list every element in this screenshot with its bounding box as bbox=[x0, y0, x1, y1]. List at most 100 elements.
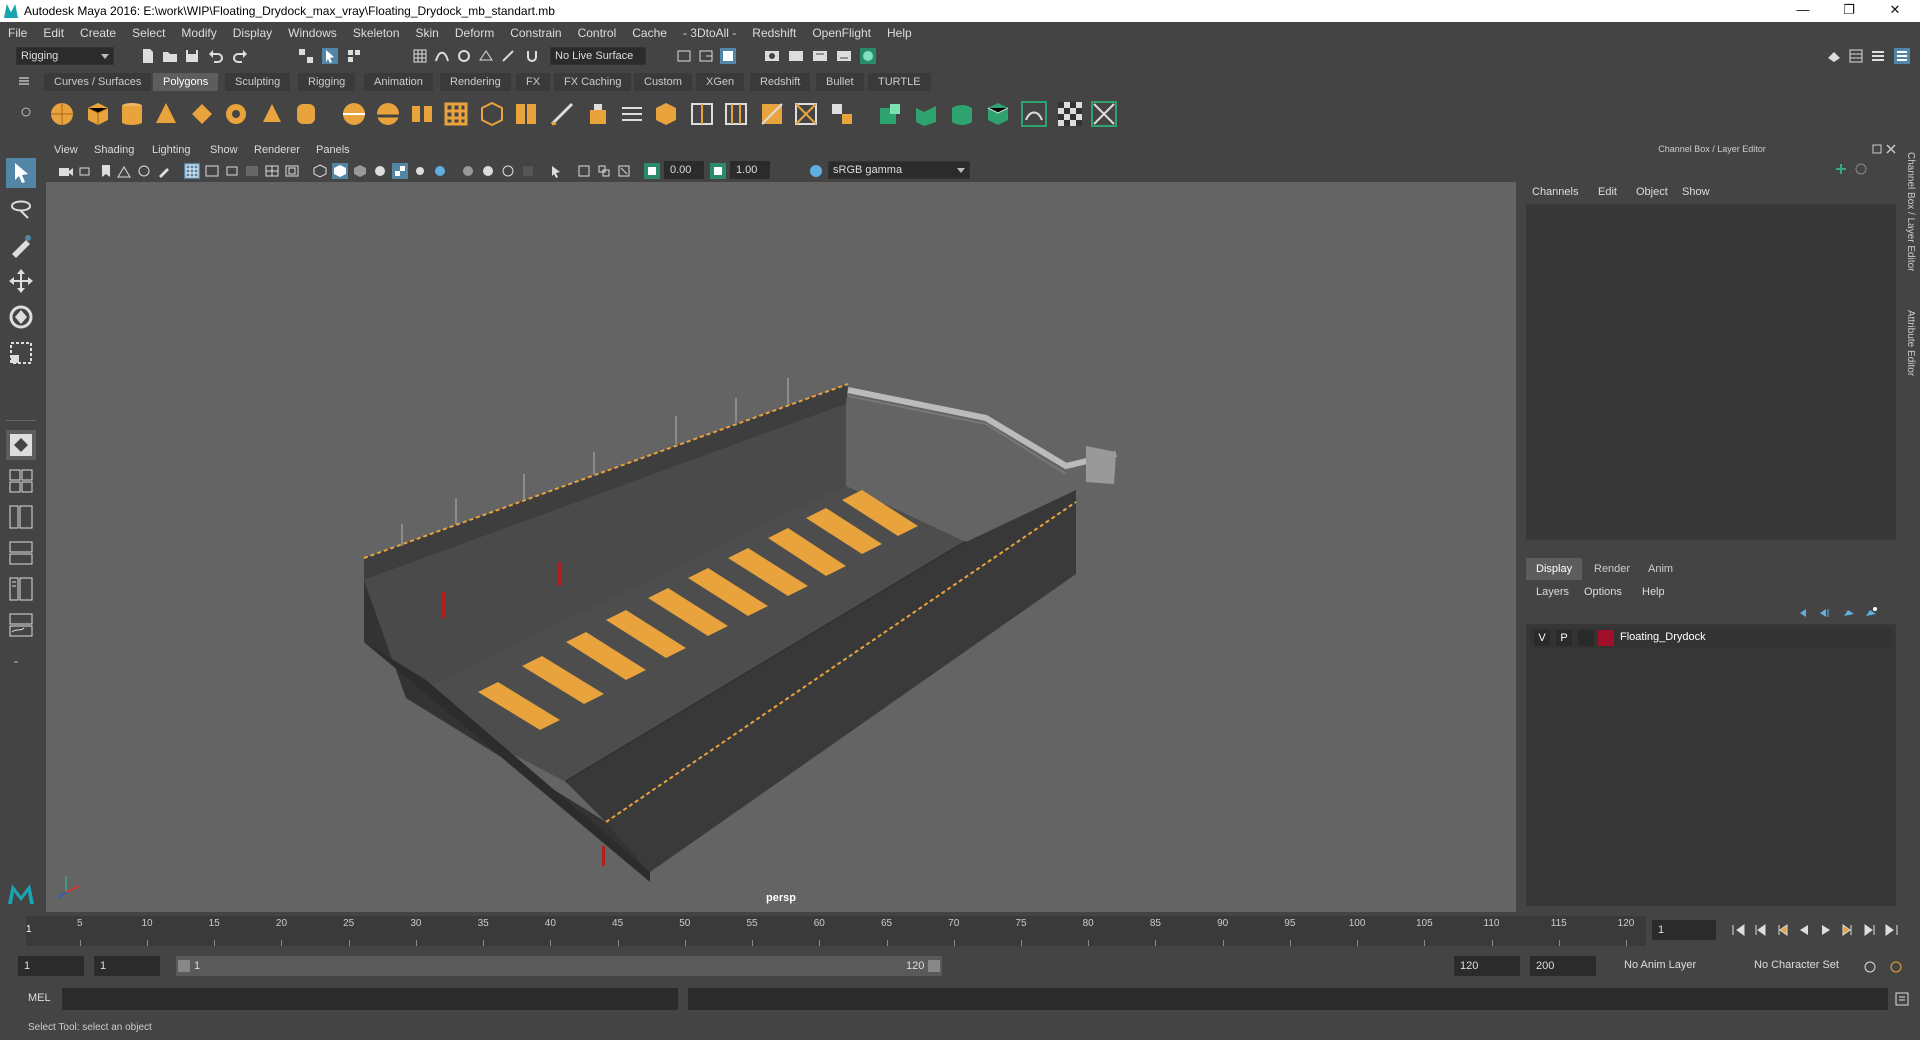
floating-drydock-model[interactable] bbox=[46, 182, 1516, 912]
bridge-icon[interactable] bbox=[618, 100, 646, 128]
image-plane-icon[interactable] bbox=[116, 163, 132, 179]
layer-display-type-toggle[interactable] bbox=[1578, 630, 1594, 646]
character-set-dropdown[interactable]: No Character Set bbox=[1750, 957, 1872, 975]
smooth-shade-icon[interactable] bbox=[332, 163, 348, 179]
exposure-icon[interactable] bbox=[644, 163, 660, 179]
poly-cylinder-icon[interactable] bbox=[118, 100, 146, 128]
snap-point-icon[interactable] bbox=[456, 48, 472, 64]
range-bar[interactable]: 1 120 bbox=[176, 956, 942, 976]
anim-layer-dropdown[interactable]: No Anim Layer bbox=[1620, 957, 1740, 975]
safe-action-icon[interactable] bbox=[284, 163, 300, 179]
extract-icon[interactable] bbox=[408, 100, 436, 128]
poly-pipe-icon[interactable] bbox=[292, 100, 320, 128]
construction-history-icon[interactable] bbox=[720, 48, 736, 64]
tab-fx[interactable]: FX bbox=[516, 73, 551, 91]
color-space-dropdown[interactable]: sRGB gamma bbox=[828, 161, 970, 179]
layers-menu[interactable]: Layers bbox=[1536, 586, 1569, 598]
new-layer-from-selection-icon[interactable] bbox=[1864, 606, 1878, 620]
new-scene-icon[interactable] bbox=[140, 48, 156, 64]
close-button[interactable]: ✕ bbox=[1872, 0, 1918, 22]
range-end-handle[interactable] bbox=[928, 960, 940, 972]
merge-icon[interactable] bbox=[828, 100, 856, 128]
persp-outliner-layout-icon[interactable] bbox=[6, 502, 36, 532]
animation-preferences-icon[interactable] bbox=[1888, 959, 1904, 975]
tab-turtle[interactable]: TURTLE bbox=[868, 73, 931, 91]
move-layer-down-icon[interactable] bbox=[1818, 606, 1832, 620]
live-surface-field[interactable]: No Live Surface bbox=[550, 47, 646, 65]
object-menu[interactable]: Object bbox=[1636, 186, 1668, 198]
gamma-field[interactable]: 1.00 bbox=[730, 161, 770, 179]
wireframe-icon[interactable] bbox=[312, 163, 328, 179]
menu-skin[interactable]: Skin bbox=[408, 26, 447, 40]
select-tool-icon[interactable] bbox=[6, 158, 36, 188]
render-view-icon[interactable] bbox=[764, 48, 780, 64]
layer-name[interactable]: Floating_Drydock bbox=[1620, 631, 1706, 643]
play-forwards-icon[interactable] bbox=[1818, 922, 1834, 938]
restore-button[interactable]: ❐ bbox=[1826, 0, 1872, 22]
uv-editor-icon[interactable] bbox=[876, 100, 904, 128]
gate-mask-icon[interactable] bbox=[244, 163, 260, 179]
move-layer-up-icon[interactable] bbox=[1798, 606, 1812, 620]
wireframe-on-shaded-icon[interactable] bbox=[372, 163, 388, 179]
uv-snapshot-icon[interactable] bbox=[1020, 100, 1048, 128]
viewport-menu-view[interactable]: View bbox=[54, 144, 78, 156]
field-chart-icon[interactable] bbox=[264, 163, 280, 179]
menu-skeleton[interactable]: Skeleton bbox=[345, 26, 408, 40]
rotate-tool-icon[interactable] bbox=[6, 302, 36, 332]
tab-polygons[interactable]: Polygons bbox=[153, 73, 219, 91]
tab-display[interactable]: Display bbox=[1526, 558, 1583, 580]
automatic-map-icon[interactable] bbox=[984, 100, 1012, 128]
gamma-icon[interactable] bbox=[710, 163, 726, 179]
hypershade-icon[interactable] bbox=[860, 48, 876, 64]
film-gate-icon[interactable] bbox=[204, 163, 220, 179]
menu-control[interactable]: Control bbox=[570, 26, 625, 40]
tab-curves-surfaces[interactable]: Curves / Surfaces bbox=[44, 73, 152, 91]
menu-modify[interactable]: Modify bbox=[173, 26, 224, 40]
minimize-button[interactable]: — bbox=[1780, 0, 1826, 22]
help-menu[interactable]: Help bbox=[1642, 586, 1665, 598]
reduce-icon[interactable] bbox=[478, 100, 506, 128]
shelf-options-icon[interactable] bbox=[20, 106, 32, 118]
multi-cut-icon[interactable] bbox=[548, 100, 576, 128]
channels-menu[interactable]: Channels bbox=[1532, 186, 1578, 198]
paint-select-tool-icon[interactable] bbox=[6, 230, 36, 260]
color-management-icon[interactable] bbox=[808, 163, 824, 179]
animation-start-field[interactable]: 1 bbox=[18, 956, 84, 976]
perspective-viewport[interactable]: persp bbox=[46, 182, 1516, 912]
insert-edge-loop-icon[interactable] bbox=[688, 100, 716, 128]
time-slider-track[interactable]: 1 5 10 15 20 25 30 35 40 45 50 55 60 65 70 75 80 85 90 95 1… bbox=[26, 916, 1646, 946]
undo-icon[interactable] bbox=[208, 48, 224, 64]
range-start-handle[interactable] bbox=[178, 960, 190, 972]
camera-attributes-icon[interactable] bbox=[78, 163, 94, 179]
animation-end-field[interactable]: 200 bbox=[1530, 956, 1596, 976]
menu-redshift[interactable]: Redshift bbox=[744, 26, 804, 40]
fill-hole-icon[interactable] bbox=[758, 100, 786, 128]
tool-settings-toggle-icon[interactable] bbox=[1870, 48, 1886, 64]
poly-cone-icon[interactable] bbox=[152, 100, 180, 128]
two-d-pan-zoom-icon[interactable] bbox=[136, 163, 152, 179]
lasso-tool-icon[interactable] bbox=[6, 194, 36, 224]
camera-icon[interactable] bbox=[58, 163, 74, 179]
modeling-toolkit-icon[interactable] bbox=[1826, 48, 1842, 64]
planar-map-icon[interactable] bbox=[912, 100, 940, 128]
side-tab-channel-box[interactable]: Channel Box / Layer Editor bbox=[1905, 152, 1916, 292]
poly-plane-icon[interactable] bbox=[188, 100, 216, 128]
tab-rigging[interactable]: Rigging bbox=[298, 73, 356, 91]
attribute-editor-toggle-icon[interactable] bbox=[1848, 48, 1864, 64]
poly-cube-icon[interactable] bbox=[84, 100, 112, 128]
layer-visibility-toggle[interactable]: V bbox=[1534, 630, 1550, 646]
persp-graph-layout-icon[interactable] bbox=[6, 538, 36, 568]
default-material-icon[interactable] bbox=[352, 163, 368, 179]
snap-curve-icon[interactable] bbox=[434, 48, 450, 64]
viewport-menu-show[interactable]: Show bbox=[210, 144, 238, 156]
layer-color-swatch[interactable] bbox=[1598, 630, 1614, 646]
make-live-icon[interactable] bbox=[500, 48, 516, 64]
target-weld-icon[interactable] bbox=[792, 100, 820, 128]
options-menu[interactable]: Options bbox=[1584, 586, 1622, 598]
mel-label[interactable]: MEL bbox=[28, 992, 51, 1004]
grease-pencil-icon[interactable] bbox=[156, 163, 172, 179]
combine-icon[interactable] bbox=[340, 100, 368, 128]
snap-view-plane-icon[interactable] bbox=[478, 48, 494, 64]
select-hierarchy-icon[interactable] bbox=[298, 48, 314, 64]
xray-active-components-icon[interactable] bbox=[596, 163, 612, 179]
